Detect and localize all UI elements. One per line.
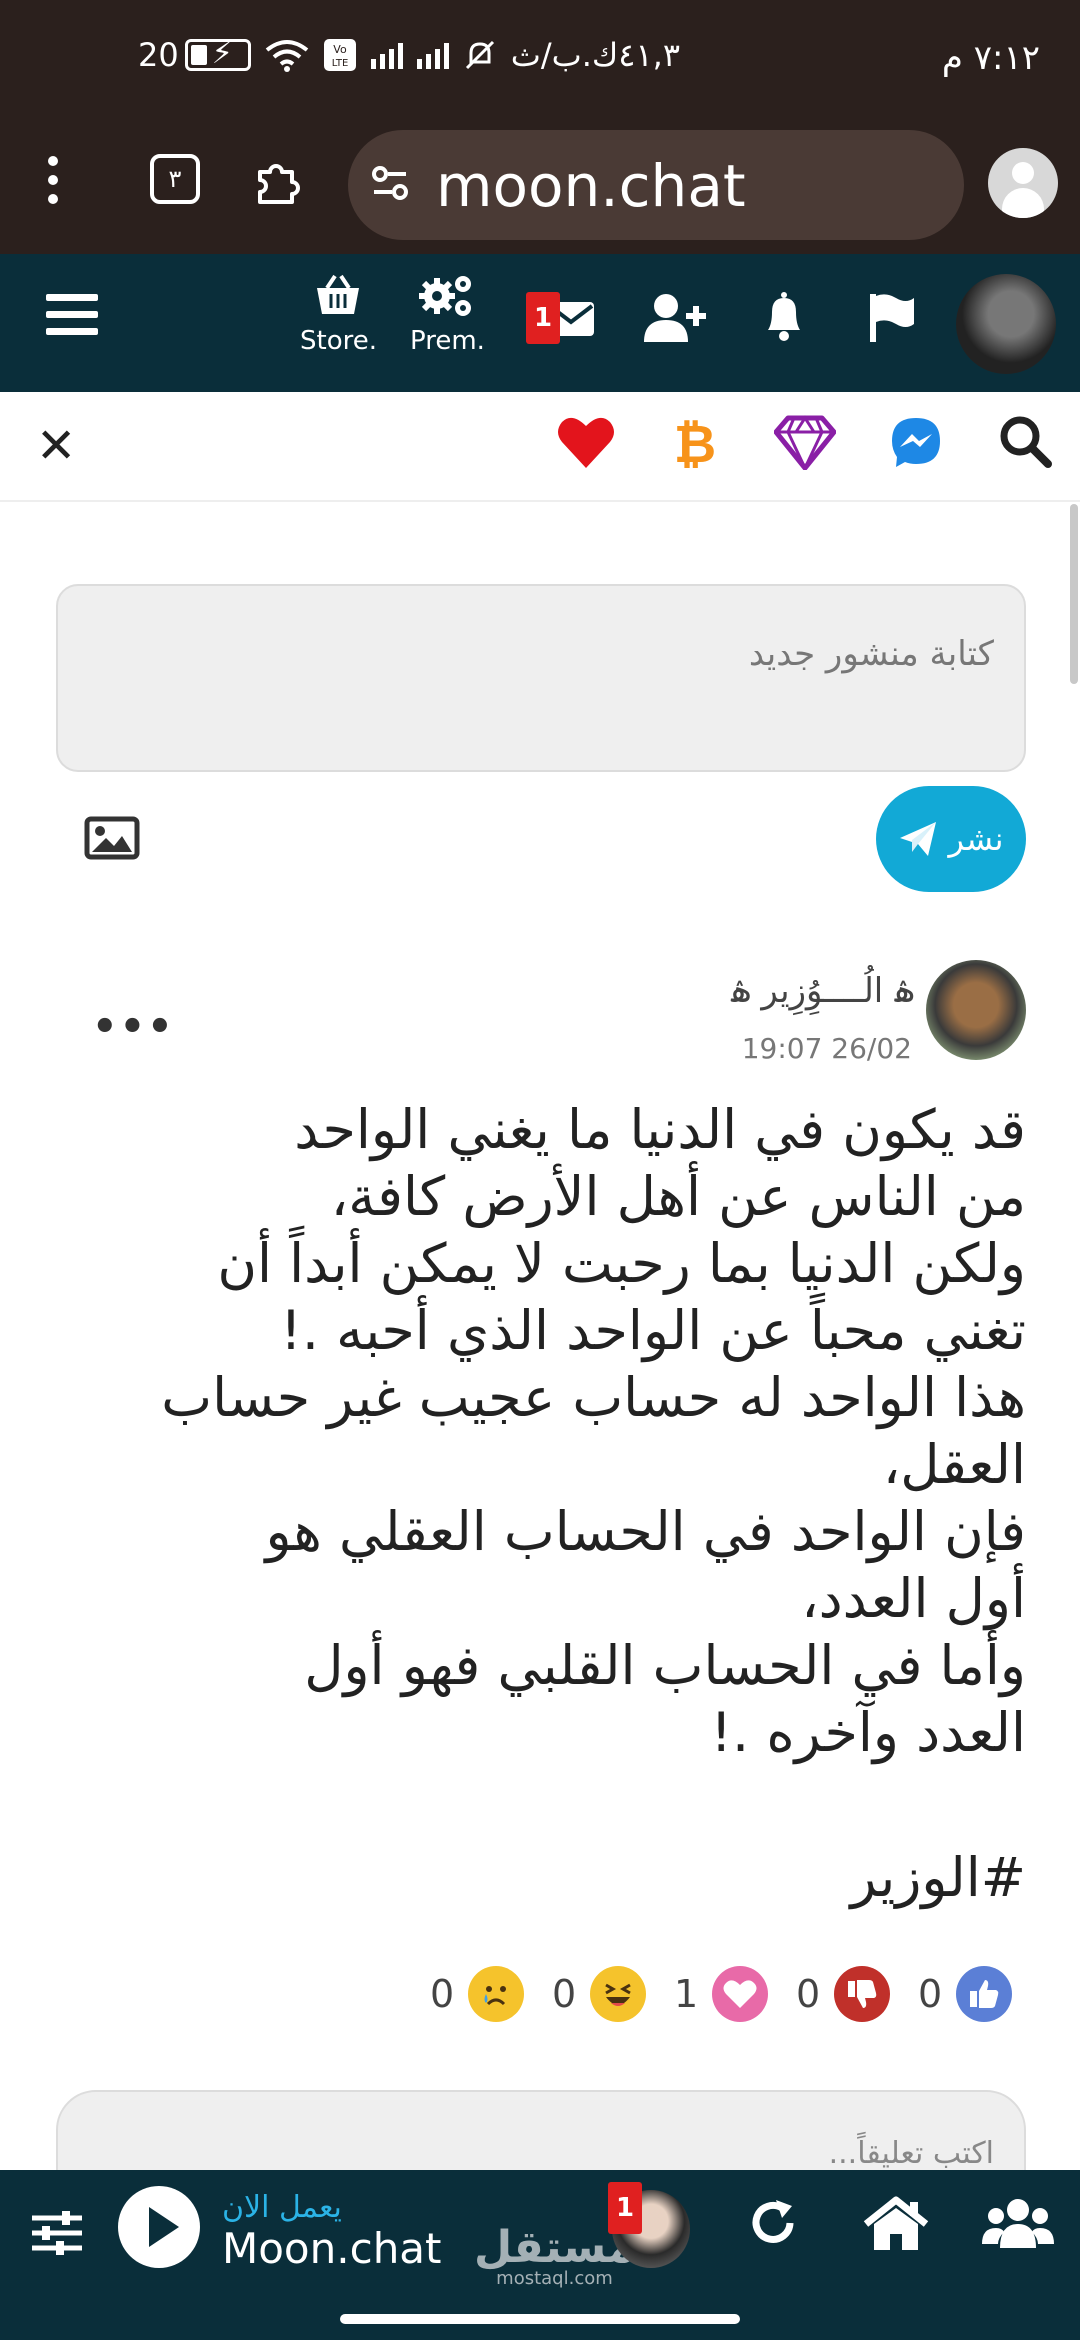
premium-button[interactable]: Prem. <box>410 272 485 356</box>
extension-icon[interactable] <box>250 152 306 208</box>
post-line: وأما في الحساب القلبي فهو أول <box>304 1634 1026 1697</box>
battery-charging-icon: 20 ⚡ <box>138 36 251 74</box>
address-bar[interactable]: moon.chat <box>348 130 964 240</box>
wifi-icon <box>265 40 308 72</box>
store-label: Store. <box>300 326 377 356</box>
menu-icon[interactable] <box>46 294 98 345</box>
thumbs-down-icon <box>834 1966 891 2022</box>
image-upload-icon[interactable] <box>84 816 140 860</box>
diamond-icon[interactable] <box>774 414 836 470</box>
browser-toolbar: ٣ moon.chat <box>0 118 1080 254</box>
store-button[interactable]: Store. <box>300 272 377 356</box>
watermark-logo: مستقل mostaql.com <box>474 2226 635 2288</box>
status-icons: 20 ⚡ Vo LTE ٤١,٣ك.ب/ث <box>138 36 680 74</box>
dj-badge: 1 <box>608 2182 642 2234</box>
reaction-count: 0 <box>430 1972 455 2016</box>
mute-icon <box>465 40 494 70</box>
battery-level: 20 <box>138 36 179 74</box>
reaction-love[interactable]: 1 <box>674 1966 769 2022</box>
publish-label: نشر <box>948 820 1004 858</box>
tabs-icon[interactable]: ٣ <box>150 154 200 204</box>
post-options-button[interactable]: ••• <box>92 1004 175 1050</box>
post-line: من الناس عن أهل الأرض كافة، <box>330 1165 1026 1228</box>
heart-icon[interactable] <box>556 414 616 470</box>
signal-icon <box>370 41 403 69</box>
post-hashtag[interactable]: #الوزير <box>851 1846 1027 1909</box>
publish-button[interactable]: نشر <box>876 786 1026 892</box>
thumbs-up-icon <box>956 1966 1013 2022</box>
add-user-icon[interactable] <box>644 292 706 344</box>
post-line: هذا الواحد له حساب عجيب غير حساب <box>161 1366 1026 1429</box>
reaction-like[interactable]: 0 <box>918 1966 1013 2022</box>
site-settings-icon[interactable] <box>370 164 410 204</box>
users-icon[interactable] <box>982 2196 1054 2250</box>
home-icon[interactable] <box>862 2196 930 2252</box>
reaction-dislike[interactable]: 0 <box>796 1966 891 2022</box>
bell-icon[interactable] <box>762 290 806 344</box>
play-icon[interactable] <box>118 2186 200 2268</box>
post-line: فإن الواحد في الحساب العقلي هو <box>265 1500 1026 1563</box>
volte-icon: Vo LTE <box>323 39 356 71</box>
page-scrollbar[interactable] <box>1070 504 1078 684</box>
more-vert-icon[interactable] <box>48 156 60 213</box>
search-icon[interactable] <box>998 414 1052 468</box>
gesture-home-bar[interactable] <box>340 2314 740 2324</box>
messenger-icon[interactable] <box>888 414 944 470</box>
reaction-count: 0 <box>552 1972 577 2016</box>
post-author-avatar[interactable] <box>926 960 1026 1060</box>
radio-player-bar: يعمل الان Moon.chat مستقل mostaql.com 1 <box>0 2170 1080 2340</box>
quick-actions-bar: ✕ ₿ <box>0 392 1080 502</box>
post-author-name[interactable]: ۿ الُــــوُِزِير ۿ <box>731 970 914 1011</box>
svg-text:₿: ₿ <box>674 415 716 474</box>
new-post-input[interactable]: كتابة منشور جديد <box>56 584 1026 772</box>
sad-emoji-icon <box>468 1966 525 2022</box>
gears-icon <box>419 276 472 316</box>
network-speed: ٤١,٣ك.ب/ث <box>510 36 681 74</box>
reaction-count: 0 <box>918 1972 943 2016</box>
post-line: العدد وآخره .! <box>710 1701 1026 1764</box>
profile-icon[interactable] <box>988 148 1058 218</box>
laughing-emoji-icon <box>590 1966 647 2022</box>
new-post-placeholder: كتابة منشور جديد <box>748 634 994 674</box>
post-line: تغني محباً عن الواحد الذي أحبه .! <box>280 1299 1026 1362</box>
signal-icon <box>416 41 449 69</box>
reaction-count: 0 <box>796 1972 821 2016</box>
basket-icon <box>317 274 360 314</box>
post-timestamp: 19:07 26/02 <box>741 1032 912 1065</box>
reaction-sad[interactable]: 0 <box>430 1966 525 2022</box>
premium-label: Prem. <box>410 326 485 356</box>
post-line: ولكن الدنيا بما رحبت لا يمكن أبداً أن <box>217 1232 1026 1295</box>
bitcoin-icon[interactable]: ₿ <box>670 414 720 474</box>
post-line: قد يكون في الدنيا ما يغني الواحد <box>294 1098 1026 1161</box>
post-line: أول العدد، <box>801 1567 1026 1630</box>
site-navbar: Store. Prem. 1 <box>0 254 1080 392</box>
comment-input[interactable]: اكتب تعليقاً... <box>56 2090 1026 2180</box>
url-text: moon.chat <box>436 152 746 220</box>
heart-reaction-icon <box>712 1966 769 2022</box>
flag-icon[interactable] <box>868 292 916 344</box>
reactions-bar: 0 0 1 0 0 <box>420 1966 1020 2026</box>
post-line: العقل، <box>882 1433 1026 1496</box>
clock: ٧:١٢ م <box>941 38 1040 78</box>
close-icon[interactable]: ✕ <box>36 418 76 474</box>
comment-placeholder: اكتب تعليقاً... <box>828 2136 994 2171</box>
messages-badge: 1 <box>526 292 560 344</box>
paper-plane-icon <box>900 822 937 856</box>
watermark-url: mostaql.com <box>496 2268 613 2289</box>
post-body: قد يكون في الدنيا ما يغني الواحد من النا… <box>70 1096 1026 1766</box>
equalizer-icon[interactable] <box>30 2210 84 2256</box>
status-bar: 20 ⚡ Vo LTE ٤١,٣ك.ب/ث ٧:١٢ م <box>0 0 1080 118</box>
station-name: Moon.chat <box>222 2224 442 2273</box>
refresh-icon[interactable] <box>746 2196 800 2250</box>
reaction-count: 1 <box>674 1972 699 2016</box>
now-playing-label: يعمل الان <box>222 2190 342 2225</box>
svg-text:Vo: Vo <box>333 43 347 56</box>
reaction-haha[interactable]: 0 <box>552 1966 647 2022</box>
svg-text:LTE: LTE <box>331 58 348 69</box>
avatar[interactable] <box>956 274 1056 374</box>
